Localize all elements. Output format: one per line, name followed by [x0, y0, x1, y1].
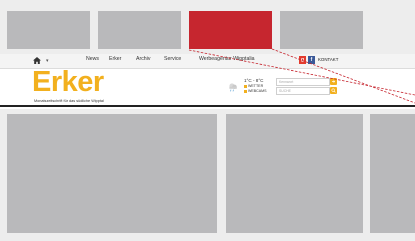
nav-item-werbeagentur[interactable]: Werbeagentur Wipptalia: [199, 56, 255, 62]
bullet-icon: [244, 84, 247, 88]
ad-banner-highlighted[interactable]: [189, 11, 272, 49]
home-icon[interactable]: [33, 57, 41, 64]
weather-temperature: 1°C - 8°C: [244, 78, 264, 83]
header-divider: [0, 105, 415, 107]
facebook-icon[interactable]: f: [308, 56, 315, 64]
ad-banner-1[interactable]: [7, 11, 90, 49]
bullet-icon: [244, 89, 247, 93]
weather-link[interactable]: WETTER: [244, 84, 263, 88]
content-tile-2[interactable]: [226, 114, 363, 233]
search-input[interactable]: SUCHE: [276, 87, 330, 95]
nav-item-news[interactable]: News: [86, 56, 99, 62]
webcams-link[interactable]: WEBCAMS: [244, 89, 267, 93]
chevron-down-icon: ▾: [46, 58, 49, 64]
nav-item-archiv[interactable]: Archiv: [136, 56, 150, 62]
login-icon: [332, 80, 336, 83]
login-input[interactable]: Kennwort: [276, 78, 330, 86]
ad-banner-2[interactable]: [98, 11, 181, 49]
search-button[interactable]: [330, 87, 337, 94]
site-logo[interactable]: Erker: [32, 67, 104, 97]
nav-item-erker[interactable]: Erker: [109, 56, 121, 62]
site-tagline: Monatszeitschrift für das südliche Wippt…: [34, 99, 104, 103]
nav-item-service[interactable]: Service: [164, 56, 181, 62]
search-icon: [331, 88, 336, 93]
content-tile-1[interactable]: [7, 114, 217, 233]
content-tile-3[interactable]: [370, 114, 415, 233]
ad-banner-4[interactable]: [280, 11, 363, 49]
kontakt-link[interactable]: KONTAKT: [318, 57, 338, 62]
weather-icon: [229, 83, 237, 92]
login-button[interactable]: [330, 78, 337, 85]
google-plus-icon[interactable]: g: [299, 56, 306, 64]
